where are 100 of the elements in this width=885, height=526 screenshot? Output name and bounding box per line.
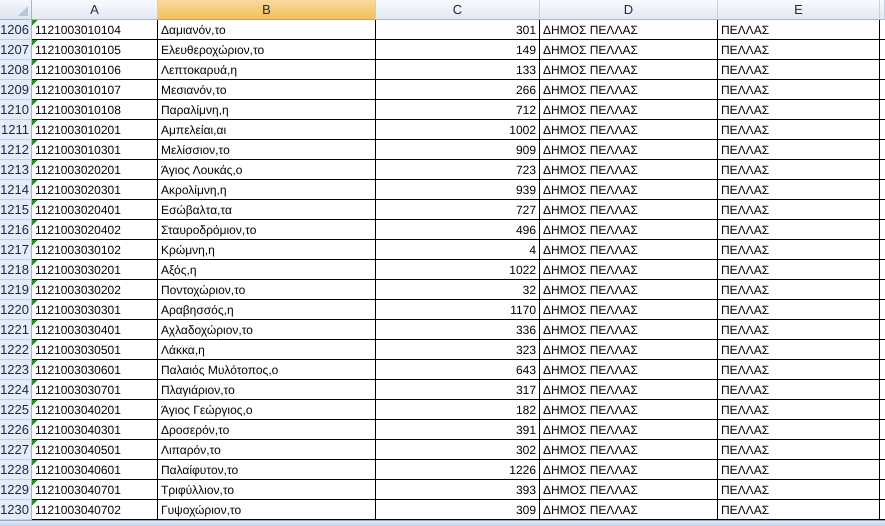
row-header[interactable]: 1217: [0, 240, 32, 260]
table-cell: Σταυροδρόμιον,το: [158, 220, 376, 240]
table-cell: Πλαγιάριον,το: [158, 380, 376, 400]
row-header[interactable]: 1215: [0, 200, 32, 220]
table-cell: ΠΕΛΛΑΣ: [718, 440, 880, 460]
table-cell: 301: [376, 20, 540, 40]
row-header[interactable]: 1211: [0, 120, 32, 140]
column-header[interactable]: A: [32, 0, 158, 20]
table-cell: ΔΗΜΟΣ ΠΕΛΛΑΣ: [540, 80, 718, 100]
row-header[interactable]: 1222: [0, 340, 32, 360]
row-header[interactable]: 1220: [0, 300, 32, 320]
table-cell: Λιπαρόν,το: [158, 440, 376, 460]
table-cell: Αμπελείαι,αι: [158, 120, 376, 140]
table-cell: 1121003040301: [32, 420, 158, 440]
table-cell: ΔΗΜΟΣ ΠΕΛΛΑΣ: [540, 200, 718, 220]
table-cell: 1121003010105: [32, 40, 158, 60]
row-header[interactable]: 1225: [0, 400, 32, 420]
table-cell: 393: [376, 480, 540, 500]
table-cell: 1226: [376, 460, 540, 480]
column-header[interactable]: E: [718, 0, 880, 20]
table-cell: ΔΗΜΟΣ ΠΕΛΛΑΣ: [540, 100, 718, 120]
table-cell: 1121003030601: [32, 360, 158, 380]
table-cell: 1121003020201: [32, 160, 158, 180]
row-header[interactable]: 1216: [0, 220, 32, 240]
table-cell: ΔΗΜΟΣ ΠΕΛΛΑΣ: [540, 420, 718, 440]
table-cell: ΠΕΛΛΑΣ: [718, 120, 880, 140]
table-cell: ΠΕΛΛΑΣ: [718, 80, 880, 100]
table-cell: 182: [376, 400, 540, 420]
table-cell: ΠΕΛΛΑΣ: [718, 140, 880, 160]
row-header[interactable]: 1229: [0, 480, 32, 500]
table-cell: ΠΕΛΛΑΣ: [718, 360, 880, 380]
table-cell: Άγιος Λουκάς,ο: [158, 160, 376, 180]
table-cell: Παλαίφυτον,το: [158, 460, 376, 480]
table-cell: Ποντοχώριον,το: [158, 280, 376, 300]
table-cell: ΠΕΛΛΑΣ: [718, 240, 880, 260]
table-cell: 909: [376, 140, 540, 160]
row-header[interactable]: 1210: [0, 100, 32, 120]
table-cell: 1121003030201: [32, 260, 158, 280]
table-cell: ΔΗΜΟΣ ΠΕΛΛΑΣ: [540, 140, 718, 160]
table-cell: ΔΗΜΟΣ ΠΕΛΛΑΣ: [540, 340, 718, 360]
table-cell: Εσώβαλτα,τα: [158, 200, 376, 220]
row-header[interactable]: 1208: [0, 60, 32, 80]
select-all-corner[interactable]: [0, 0, 32, 20]
table-cell: Τριφύλλιον,το: [158, 480, 376, 500]
table-cell: 1121003030701: [32, 380, 158, 400]
table-cell: ΔΗΜΟΣ ΠΕΛΛΑΣ: [540, 300, 718, 320]
column-header[interactable]: D: [540, 0, 718, 20]
row-header[interactable]: 1209: [0, 80, 32, 100]
row-header[interactable]: 1218: [0, 260, 32, 280]
row-header[interactable]: 1226: [0, 420, 32, 440]
row-header[interactable]: 1224: [0, 380, 32, 400]
table-cell: 1121003040201: [32, 400, 158, 420]
table-cell: 323: [376, 340, 540, 360]
table-cell: Άγιος Γεώργιος,ο: [158, 400, 376, 420]
table-cell: ΔΗΜΟΣ ΠΕΛΛΑΣ: [540, 280, 718, 300]
table-cell: ΔΗΜΟΣ ΠΕΛΛΑΣ: [540, 20, 718, 40]
table-cell: 1121003020402: [32, 220, 158, 240]
table-cell: ΠΕΛΛΑΣ: [718, 380, 880, 400]
table-cell: Αξός,η: [158, 260, 376, 280]
table-cell: Παλαιός Μυλότοπος,ο: [158, 360, 376, 380]
table-cell: 1121003030301: [32, 300, 158, 320]
row-header[interactable]: 1212: [0, 140, 32, 160]
row-header[interactable]: 1214: [0, 180, 32, 200]
table-cell: Μεσιανόν,το: [158, 80, 376, 100]
table-cell: 391: [376, 420, 540, 440]
table-cell: ΔΗΜΟΣ ΠΕΛΛΑΣ: [540, 380, 718, 400]
table-cell: ΔΗΜΟΣ ΠΕΛΛΑΣ: [540, 60, 718, 80]
table-cell: ΠΕΛΛΑΣ: [718, 260, 880, 280]
table-cell: 1121003010107: [32, 80, 158, 100]
row-header[interactable]: 1221: [0, 320, 32, 340]
row-header[interactable]: 1207: [0, 40, 32, 60]
table-cell: Αχλαδοχώριον,το: [158, 320, 376, 340]
row-header[interactable]: 1206: [0, 20, 32, 40]
table-cell: 1121003010104: [32, 20, 158, 40]
table-cell: ΠΕΛΛΑΣ: [718, 180, 880, 200]
table-cell: ΔΗΜΟΣ ΠΕΛΛΑΣ: [540, 220, 718, 240]
table-cell: 643: [376, 360, 540, 380]
table-cell: ΠΕΛΛΑΣ: [718, 400, 880, 420]
table-cell: Μελίσσιον,το: [158, 140, 376, 160]
table-cell: ΠΕΛΛΑΣ: [718, 340, 880, 360]
row-header[interactable]: 1227: [0, 440, 32, 460]
table-cell: 723: [376, 160, 540, 180]
table-cell: ΠΕΛΛΑΣ: [718, 460, 880, 480]
row-header[interactable]: 1219: [0, 280, 32, 300]
column-header[interactable]: C: [376, 0, 540, 20]
row-header[interactable]: 1223: [0, 360, 32, 380]
table-cell: 1121003040601: [32, 460, 158, 480]
table-cell: Παραλίμνη,η: [158, 100, 376, 120]
table-cell: ΠΕΛΛΑΣ: [718, 40, 880, 60]
row-header[interactable]: 1228: [0, 460, 32, 480]
table-cell: 727: [376, 200, 540, 220]
table-cell: ΠΕΛΛΑΣ: [718, 200, 880, 220]
column-header[interactable]: [880, 0, 885, 20]
row-header[interactable]: 1230: [0, 500, 32, 520]
row-header[interactable]: 1213: [0, 160, 32, 180]
column-header[interactable]: B: [158, 0, 376, 20]
table-cell: ΠΕΛΛΑΣ: [718, 320, 880, 340]
table-cell: ΠΕΛΛΑΣ: [718, 280, 880, 300]
table-cell: 32: [376, 280, 540, 300]
table-cell: 336: [376, 320, 540, 340]
